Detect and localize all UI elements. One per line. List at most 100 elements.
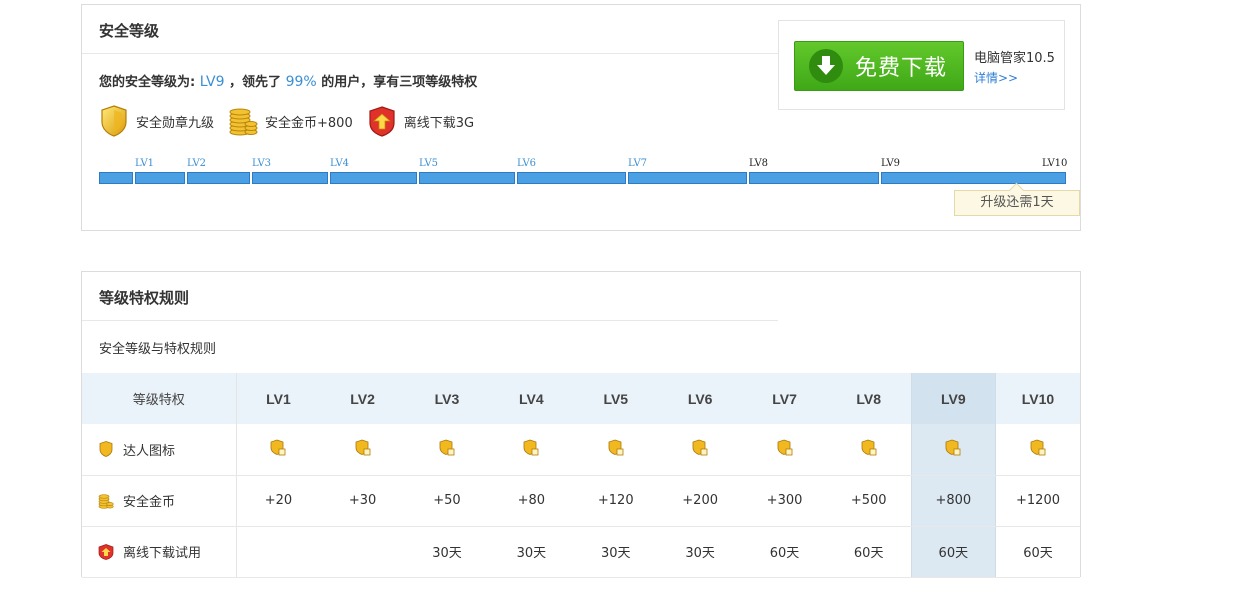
table-cell [657,424,743,476]
table-row: 安全金币 +20 +30 +50 +80 +120 +200 +300 +500… [82,475,1080,527]
table-cell [236,424,321,476]
lead-percent: 99% [285,74,317,90]
privilege-rules-panel: 等级特权规则 安全等级与特权规则 等级特权 LV1 LV2 LV3 LV4 LV… [81,271,1081,578]
expert-badge-icon [945,439,961,460]
column-header-current: LV9 [910,373,997,424]
table-cell: +500 [826,475,912,527]
details-link[interactable]: 详情>> [974,69,1018,86]
level-label-lv5: LV5 [419,158,439,169]
expert-badge-icon [777,439,793,460]
table-cell-current [910,424,997,476]
privilege-label: 安全勋章九级 [136,115,215,131]
gold-coins-icon [228,105,258,137]
column-header: LV4 [489,373,574,424]
table-cell [742,424,827,476]
table-cell: 60天 [826,526,912,578]
summary-suffix: 的用户，享有三项等级特权 [321,75,478,90]
table-cell: 60天 [742,526,827,578]
level-label-lv8: LV8 [749,158,769,169]
offline-download-icon [367,105,397,137]
table-cell: +50 [404,475,490,527]
level-segment [330,172,417,184]
corner-header: 等级特权 [82,373,237,424]
expert-badge-icon [608,439,624,460]
summary-prefix: 您的安全等级为: [99,75,196,90]
row-label: 安全金币 [123,495,176,510]
table-cell [404,424,490,476]
level-label-lv10: LV10 [1042,158,1068,169]
expert-badge-icon [523,439,539,460]
row-header: 达人图标 [82,424,237,476]
security-level-panel: 安全等级 您的安全等级为: LV9 ，领先了 99% 的用户，享有三项等级特权 … [81,4,1081,231]
table-cell: +80 [489,475,574,527]
level-summary: 您的安全等级为: LV9 ，领先了 99% 的用户，享有三项等级特权 [99,71,477,90]
table-cell: 30天 [573,526,658,578]
table-header-row: 等级特权 LV1 LV2 LV3 LV4 LV5 LV6 LV7 LV8 LV9… [82,373,1080,424]
level-segment [135,172,185,184]
download-gift-icon [98,543,114,560]
table-cell [320,424,405,476]
level-label-lv4: LV4 [330,158,350,169]
panel-title: 安全等级 [99,22,160,40]
expert-badge-icon [1030,439,1046,460]
level-label-lv7: LV7 [628,158,648,169]
table-cell: 30天 [404,526,490,578]
privilege-badge: 安全勋章九级 [99,105,214,137]
row-label: 离线下载试用 [123,546,202,561]
column-header: LV6 [657,373,743,424]
privilege-label: 离线下载3G [403,115,475,131]
table-row: 离线下载试用 30天 30天 30天 30天 60天 60天 60天 60天 [82,526,1080,578]
level-segment [749,172,879,184]
table-cell: +200 [657,475,743,527]
download-ad: 免费下载 电脑管家10.5 详情>> [778,20,1065,110]
table-cell [995,424,1080,476]
privilege-offline-download: 离线下载3G [367,105,474,137]
column-header: LV8 [826,373,912,424]
column-header: LV2 [320,373,405,424]
level-segment [187,172,250,184]
title-divider [82,320,778,321]
level-segment [628,172,747,184]
download-button-label: 免费下载 [855,56,948,81]
title-divider [82,53,778,54]
column-header: LV5 [573,373,658,424]
row-header: 安全金币 [82,475,237,527]
privilege-coins: 安全金币+800 [228,105,353,137]
level-segment [419,172,515,184]
shield-badge-icon [99,105,129,137]
table-subtitle: 安全等级与特权规则 [99,342,217,357]
privilege-label: 安全金币+800 [265,115,353,131]
table-cell [826,424,912,476]
table-cell [236,526,321,578]
table-cell [320,526,405,578]
level-label-lv6: LV6 [517,158,537,169]
table-cell [489,424,574,476]
expert-badge-icon [439,439,455,460]
level-label-lv9: LV9 [881,158,901,169]
column-header: LV3 [404,373,490,424]
expert-badge-icon [861,439,877,460]
row-label: 达人图标 [123,443,176,459]
expert-badge-icon [692,439,708,460]
level-segment [99,172,133,184]
summary-mid: ，领先了 [229,75,282,90]
table-row: 达人图标 [82,424,1080,476]
level-segment [517,172,626,184]
table-cell: +20 [236,475,321,527]
privilege-list: 安全勋章九级 安全金币+800 离线下载3G [99,105,488,137]
level-progress-bar: LV1 LV2 LV3 LV4 LV5 LV6 LV7 LV8 LV9 LV10 [99,155,1068,189]
row-header: 离线下载试用 [82,526,237,578]
shield-icon [98,441,114,458]
product-name: 电脑管家10.5 [974,51,1055,66]
coins-icon [98,493,114,509]
panel-title: 等级特权规则 [99,289,190,307]
free-download-button[interactable]: 免费下载 [794,41,964,91]
table-cell: 30天 [657,526,743,578]
expert-badge-icon [355,439,371,460]
table-cell-current: +800 [910,475,997,527]
column-header: LV1 [236,373,321,424]
level-label-lv1: LV1 [135,158,155,169]
table-cell: 30天 [489,526,574,578]
current-level: LV9 [199,74,225,90]
table-cell [573,424,658,476]
